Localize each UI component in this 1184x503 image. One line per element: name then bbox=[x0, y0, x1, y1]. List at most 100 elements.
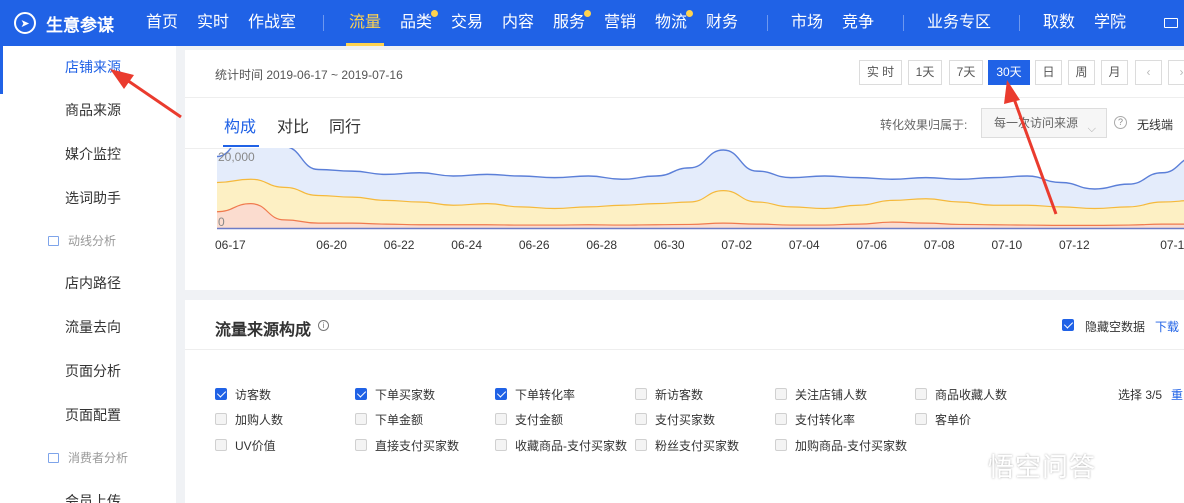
sidebar-group-path-analysis: 动线分析 bbox=[0, 229, 176, 253]
metric-checkbox[interactable] bbox=[915, 413, 927, 425]
nav-business-zone[interactable]: 业务专区 bbox=[927, 0, 991, 46]
metric-checkbox[interactable] bbox=[775, 388, 787, 400]
nav-war-room[interactable]: 作战室 bbox=[248, 0, 296, 46]
metric-checkbox[interactable] bbox=[495, 439, 507, 451]
download-link[interactable]: 下载 bbox=[1155, 318, 1179, 335]
metric-label: 下单买家数 bbox=[375, 388, 436, 402]
nav-logistics[interactable]: 物流 bbox=[655, 0, 694, 46]
device-label: 无线端 bbox=[1137, 118, 1174, 132]
metric-checkbox[interactable] bbox=[635, 388, 647, 400]
compass-icon: ➤ bbox=[14, 12, 36, 34]
range-realtime-button[interactable]: 实 时 bbox=[859, 60, 902, 85]
nav-academy[interactable]: 学院 bbox=[1094, 0, 1126, 46]
nav-finance[interactable]: 财务 bbox=[706, 0, 738, 46]
sidebar-item-traffic-destination[interactable]: 流量去向 bbox=[0, 312, 176, 342]
chevron-down-icon: ⌵ bbox=[1087, 123, 1096, 135]
metric-checkbox[interactable] bbox=[355, 439, 367, 451]
top-nav: ➤ 生意参谋 首页 实时 作战室 流量 品类 交易 内容 服务 营销 物流 财务… bbox=[0, 0, 1184, 46]
chart-icon bbox=[48, 236, 59, 246]
nav-market[interactable]: 市场 bbox=[791, 0, 823, 46]
sidebar-item-page-analysis[interactable]: 页面分析 bbox=[0, 356, 176, 386]
sidebar-item-shop-source[interactable]: 店铺来源 bbox=[0, 40, 176, 94]
x-tick-label: 06-28 bbox=[586, 238, 617, 252]
metric-checkbox[interactable] bbox=[215, 439, 227, 451]
attribution-label: 转化效果归属于: bbox=[880, 118, 968, 132]
metric-label: UV价值 bbox=[235, 439, 276, 453]
metric-checkbox[interactable] bbox=[775, 439, 787, 451]
metric-checkbox[interactable] bbox=[775, 413, 787, 425]
metric-label: 关注店铺人数 bbox=[795, 388, 868, 402]
range-1d-button[interactable]: 1天 bbox=[908, 60, 942, 85]
metric-checkbox[interactable] bbox=[215, 388, 227, 400]
y-tick-label: 0 bbox=[218, 215, 225, 229]
help-icon[interactable]: ? bbox=[1114, 116, 1127, 129]
range-week-button[interactable]: 周 bbox=[1068, 60, 1095, 85]
metric-label: 下单转化率 bbox=[515, 388, 576, 402]
metric-checkbox[interactable] bbox=[215, 413, 227, 425]
metric-checkbox[interactable] bbox=[495, 388, 507, 400]
speech-bubble-icon bbox=[946, 450, 982, 481]
watermark: 悟空问答 bbox=[946, 447, 1096, 484]
x-tick-label: 07-10 bbox=[991, 238, 1022, 252]
selection-count: 选择 3/5 bbox=[1118, 388, 1163, 402]
sidebar-group-label: 动线分析 bbox=[68, 234, 117, 248]
metric-label: 收藏商品-支付买家数 bbox=[515, 439, 627, 453]
nav-service[interactable]: 服务 bbox=[553, 0, 592, 46]
x-tick-label: 07-04 bbox=[789, 238, 820, 252]
next-period-button[interactable]: › bbox=[1168, 60, 1184, 85]
info-icon[interactable]: i bbox=[318, 320, 329, 331]
metric-label: 客单价 bbox=[935, 413, 972, 427]
nav-realtime[interactable]: 实时 bbox=[197, 0, 229, 46]
nav-separator bbox=[903, 15, 904, 31]
sidebar-group-consumer-analysis: 消费者分析 bbox=[0, 446, 176, 470]
metric-checkbox[interactable] bbox=[495, 413, 507, 425]
metric-checkbox[interactable] bbox=[635, 439, 647, 451]
nav-traffic[interactable]: 流量 bbox=[345, 0, 385, 46]
reset-link[interactable]: 重 bbox=[1171, 386, 1183, 403]
tab-composition[interactable]: 构成 bbox=[224, 113, 256, 137]
metric-checkbox[interactable] bbox=[355, 413, 367, 425]
mail-icon[interactable] bbox=[1164, 18, 1178, 28]
x-tick-label: 06-26 bbox=[519, 238, 550, 252]
sidebar: 店铺来源 商品来源 媒介监控 选词助手 动线分析 店内路径 流量去向 页面分析 … bbox=[0, 40, 176, 503]
divider bbox=[185, 97, 1184, 98]
traffic-trend-chart: 20,000 0 06-17 06-20 06-22 06-24 06-26 06-28 06-… bbox=[215, 148, 1184, 252]
nav-separator bbox=[323, 15, 324, 31]
range-7d-button[interactable]: 7天 bbox=[949, 60, 983, 85]
notification-dot bbox=[686, 10, 694, 17]
tab-peers[interactable]: 同行 bbox=[329, 113, 361, 137]
metric-label: 支付金额 bbox=[515, 413, 564, 427]
chart-icon bbox=[48, 453, 59, 463]
notification-dot bbox=[431, 10, 439, 17]
sidebar-item-member-upload[interactable]: 会员上传 bbox=[0, 486, 176, 503]
prev-period-button[interactable]: ‹ bbox=[1135, 60, 1162, 85]
sidebar-item-keyword-helper[interactable]: 选词助手 bbox=[0, 183, 176, 213]
hide-empty-checkbox[interactable] bbox=[1062, 319, 1074, 331]
nav-separator bbox=[1019, 15, 1020, 31]
brand[interactable]: ➤ 生意参谋 bbox=[14, 0, 114, 46]
sidebar-item-page-config[interactable]: 页面配置 bbox=[0, 400, 176, 430]
range-day-button[interactable]: 日 bbox=[1035, 60, 1062, 85]
metric-checkbox[interactable] bbox=[915, 388, 927, 400]
tab-compare[interactable]: 对比 bbox=[277, 113, 309, 137]
metric-checkbox[interactable] bbox=[355, 388, 367, 400]
hide-empty-label: 隐藏空数据 bbox=[1085, 320, 1146, 334]
nav-competition[interactable]: 竞争 bbox=[842, 0, 874, 46]
nav-trade[interactable]: 交易 bbox=[451, 0, 483, 46]
metric-label: 访客数 bbox=[235, 388, 272, 402]
nav-content[interactable]: 内容 bbox=[502, 0, 534, 46]
range-month-button[interactable]: 月 bbox=[1101, 60, 1128, 85]
traffic-trend-panel: 统计时间 2019-06-17 ~ 2019-07-16 实 时 1天 7天 3… bbox=[185, 50, 1184, 290]
sidebar-item-store-path[interactable]: 店内路径 bbox=[0, 268, 176, 298]
sidebar-item-product-source[interactable]: 商品来源 bbox=[0, 95, 176, 125]
nav-home[interactable]: 首页 bbox=[146, 0, 178, 46]
nav-category[interactable]: 品类 bbox=[400, 0, 439, 46]
notification-dot bbox=[584, 10, 592, 17]
nav-marketing[interactable]: 营销 bbox=[604, 0, 636, 46]
nav-data-fetch[interactable]: 取数 bbox=[1043, 0, 1075, 46]
range-30d-button[interactable]: 30天 bbox=[988, 60, 1030, 85]
sidebar-item-media-monitor[interactable]: 媒介监控 bbox=[0, 139, 176, 169]
x-tick-label: 06-20 bbox=[316, 238, 347, 252]
metric-checkbox[interactable] bbox=[635, 413, 647, 425]
attribution-select[interactable]: 每一次访问来源 ⌵ bbox=[981, 108, 1107, 138]
